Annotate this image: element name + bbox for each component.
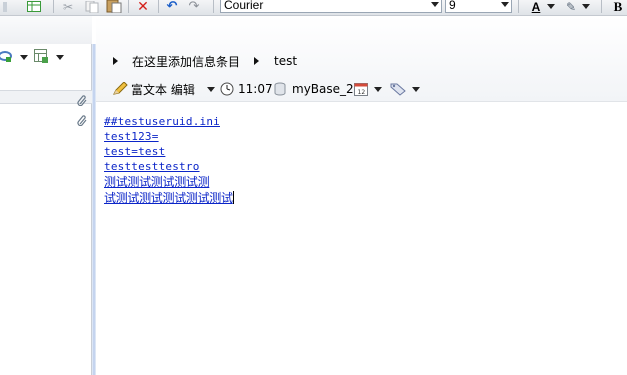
breadcrumb-placeholder[interactable]: 在这里添加信息条目: [132, 53, 240, 69]
pencil-icon: [112, 81, 128, 96]
time-display[interactable]: 11:07: [220, 80, 273, 98]
font-size-select[interactable]: 9: [445, 0, 512, 13]
font-color-label: A: [531, 0, 541, 14]
outline-toolbar: [0, 46, 92, 68]
chevron-down-icon[interactable]: [374, 86, 382, 92]
paste-icon[interactable]: [105, 0, 123, 13]
highlight-icon[interactable]: ✎: [563, 0, 579, 14]
edit-mode-button[interactable]: 富文本 编辑: [112, 80, 195, 98]
table-icon[interactable]: [26, 0, 42, 13]
tag-icon: [390, 82, 406, 96]
font-color-button[interactable]: A: [527, 0, 545, 13]
editor-line-with-caret[interactable]: 试测试测试测试测试测试: [104, 191, 234, 205]
chevron-down-icon[interactable]: [412, 86, 420, 92]
delete-icon[interactable]: ✕: [135, 0, 151, 15]
database-icon: [274, 82, 286, 96]
grid-dropdown[interactable]: [56, 55, 64, 60]
note-header: 在这里添加信息条目 test 富文本 编辑 11:07 myBase_2 12: [96, 16, 627, 102]
highlight-dropdown[interactable]: [581, 0, 591, 13]
text-caret: [232, 191, 234, 204]
editor-line[interactable]: test123=: [104, 130, 159, 144]
chevron-down-icon[interactable]: [431, 2, 439, 7]
note-editor[interactable]: ##testuseruid.ini test123= test=test tes…: [96, 103, 627, 375]
main-toolbar: ✂ ✕ ↶ ↷ Courier 9 A ✎ B: [0, 0, 627, 16]
database-value: myBase_2: [292, 82, 354, 96]
svg-text:12: 12: [358, 89, 366, 96]
tag-button[interactable]: [390, 80, 406, 98]
link-icon[interactable]: [0, 49, 12, 63]
tag-dropdown[interactable]: [412, 80, 420, 98]
calendar-grid-icon[interactable]: [34, 49, 48, 63]
date-button[interactable]: 12: [354, 80, 369, 98]
edit-mode-label: 富文本 编辑: [131, 82, 195, 97]
triangle-right-icon[interactable]: [254, 57, 259, 65]
copy-icon[interactable]: [84, 0, 100, 13]
font-color-dropdown[interactable]: [546, 0, 556, 13]
database-display[interactable]: myBase_2: [274, 80, 354, 98]
editor-line[interactable]: ##testuseruid.ini: [104, 115, 220, 129]
chevron-down-icon[interactable]: [501, 2, 509, 7]
chevron-down-icon[interactable]: [207, 86, 215, 92]
link-dropdown[interactable]: [20, 55, 28, 60]
editor-line[interactable]: test=test: [104, 145, 165, 159]
breadcrumb-arrow[interactable]: [113, 53, 118, 69]
font-name-select[interactable]: Courier: [220, 0, 442, 13]
attachment-icon[interactable]: [77, 94, 87, 107]
breadcrumb-arrow[interactable]: [254, 53, 259, 69]
editor-line[interactable]: testtesttestro: [104, 160, 200, 174]
date-dropdown[interactable]: [374, 80, 382, 98]
font-size-value: 9: [449, 0, 456, 12]
undo-icon[interactable]: ↶: [164, 0, 180, 14]
editor-line-text: 试测试测试测试测试测试: [104, 191, 233, 205]
triangle-right-icon[interactable]: [113, 57, 118, 65]
bold-label: B: [613, 0, 623, 14]
outline-pane: [0, 16, 92, 375]
clock-icon: [220, 82, 234, 96]
editor-line[interactable]: 测试测试测试测试测: [104, 175, 210, 189]
attachment-icon[interactable]: [77, 114, 87, 127]
bold-button[interactable]: B: [609, 0, 627, 14]
time-value: 11:07: [238, 82, 273, 96]
redo-icon[interactable]: ↷: [186, 0, 202, 14]
font-name-value: Courier: [224, 0, 264, 12]
outline-header: [0, 16, 92, 44]
breadcrumb-current[interactable]: test: [274, 53, 297, 69]
edit-mode-dropdown[interactable]: [207, 80, 215, 98]
cut-icon[interactable]: ✂: [60, 0, 76, 14]
calendar-icon: 12: [354, 82, 369, 96]
toolbar-left-edge: [0, 0, 10, 13]
